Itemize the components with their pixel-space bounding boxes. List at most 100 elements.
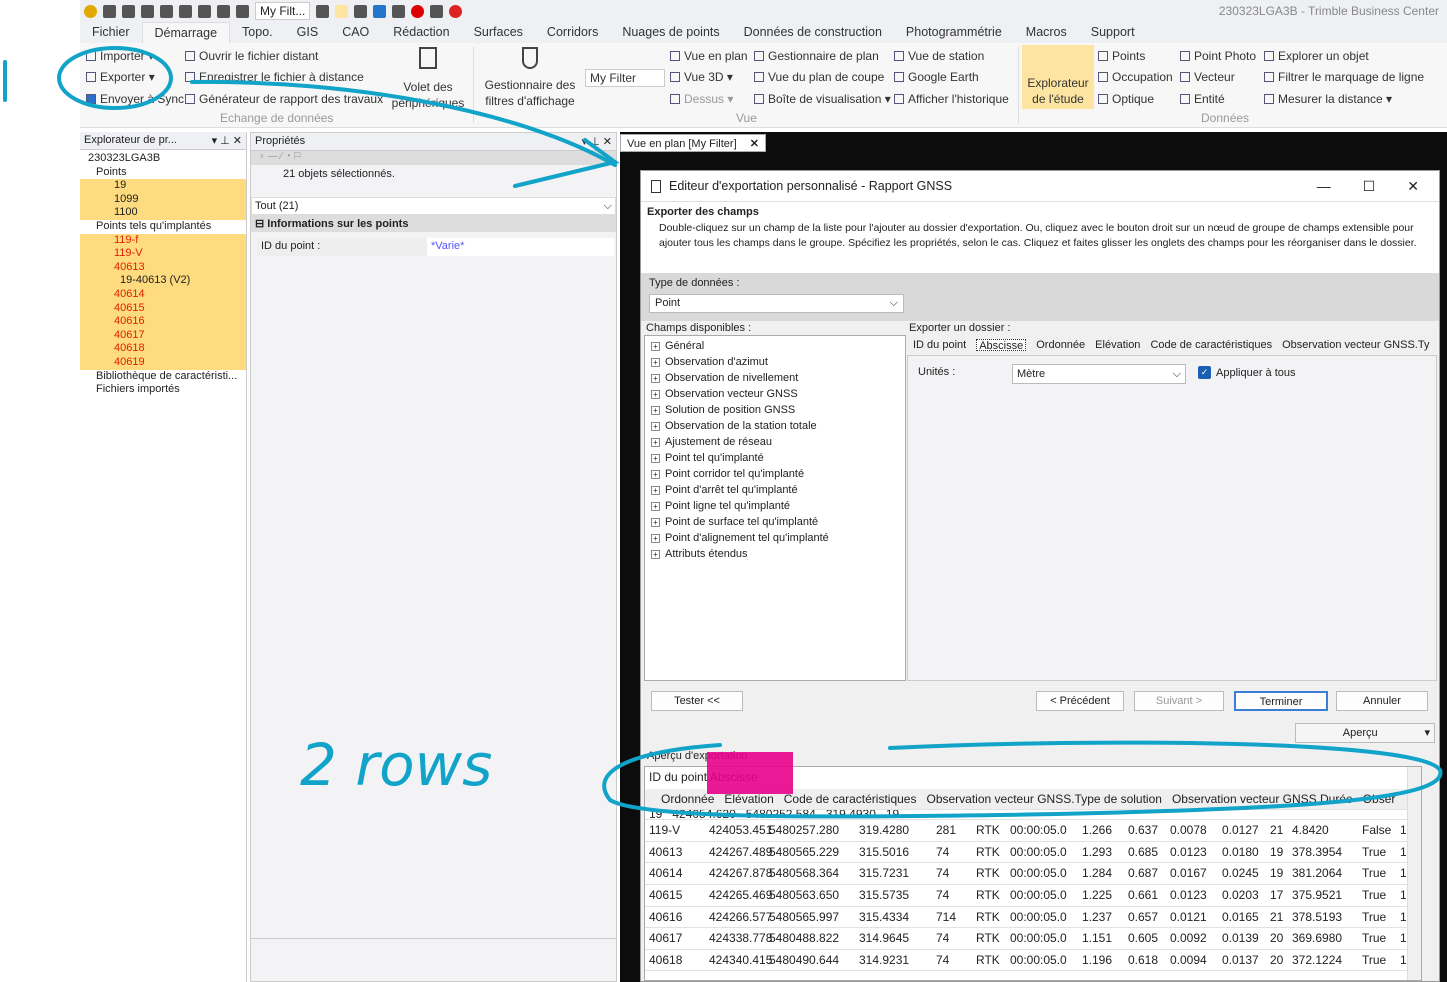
export-tab[interactable]: Observation vecteur GNSS.Ty: [1282, 339, 1429, 351]
filtrer-marquage-button[interactable]: Filtrer le marquage de ligne: [1264, 70, 1424, 84]
field-group[interactable]: + Attributs étendus: [645, 546, 905, 562]
expand-icon[interactable]: +: [651, 486, 660, 495]
tree-staked-point[interactable]: 40614: [80, 287, 246, 302]
explorateur-etude-button[interactable]: Explorateur de l'étude: [1022, 45, 1094, 109]
expand-icon[interactable]: +: [651, 550, 660, 559]
expand-icon[interactable]: +: [651, 422, 660, 431]
record-icon[interactable]: [411, 4, 425, 18]
cancel-button[interactable]: Annuler: [1336, 691, 1428, 711]
field-group[interactable]: + Point ligne tel qu'implanté: [645, 498, 905, 514]
maximize-button[interactable]: ☐: [1363, 178, 1376, 195]
snap-icon[interactable]: [354, 4, 368, 18]
view-icon[interactable]: [236, 4, 249, 18]
object-filter-select[interactable]: Tout (21) ⌵: [251, 197, 616, 215]
field-group[interactable]: + Point corridor tel qu'implanté: [645, 466, 905, 482]
tester-button[interactable]: Tester <<: [651, 691, 743, 711]
tree-point[interactable]: 19: [80, 179, 246, 193]
tab-10[interactable]: Photogrammétrie: [894, 22, 1014, 43]
layer-icon[interactable]: [217, 4, 230, 18]
tree-point[interactable]: 1099: [80, 192, 246, 207]
field-group[interactable]: + Point d'arrêt tel qu'implanté: [645, 482, 905, 498]
save-icon[interactable]: [179, 4, 192, 18]
field-group[interactable]: + Observation de nivellement: [645, 370, 905, 386]
expand-icon[interactable]: +: [651, 534, 660, 543]
vue-coupe-button[interactable]: Vue du plan de coupe: [754, 70, 884, 84]
preview-button[interactable]: Aperçu ▾: [1295, 723, 1435, 743]
historique-button[interactable]: Afficher l'historique: [894, 92, 1009, 106]
export-tab[interactable]: Elévation: [1095, 339, 1140, 351]
expand-icon[interactable]: +: [651, 470, 660, 479]
property-value[interactable]: *Varie*: [427, 238, 614, 256]
export-tab[interactable]: ID du point: [913, 339, 966, 351]
expand-icon[interactable]: +: [651, 518, 660, 527]
tab-1[interactable]: Démarrage: [141, 22, 231, 43]
gestionnaire-filtres-button[interactable]: Gestionnaire des filtres d'affichage: [480, 47, 580, 109]
filter-icon[interactable]: [316, 4, 330, 18]
expand-icon[interactable]: +: [651, 438, 660, 447]
tab-2[interactable]: Topo.: [230, 22, 285, 43]
tree-staked-point[interactable]: 40619: [80, 355, 246, 370]
tab-8[interactable]: Nuages de points: [610, 22, 731, 43]
exporter-button[interactable]: Exporter ▾: [86, 70, 155, 84]
tab-12[interactable]: Support: [1079, 22, 1147, 43]
gestionnaire-plan-button[interactable]: Gestionnaire de plan: [754, 49, 879, 63]
field-group[interactable]: + Observation vecteur GNSS: [645, 386, 905, 402]
vue-station-button[interactable]: Vue de station: [894, 49, 984, 63]
tree-root[interactable]: 230323LGA3B: [80, 152, 246, 166]
tab-5[interactable]: Rédaction: [381, 22, 461, 43]
explorer-objet-button[interactable]: Explorer un objet: [1264, 49, 1369, 63]
expand-icon[interactable]: +: [651, 502, 660, 511]
tree-staked-point[interactable]: 119-V: [80, 247, 246, 261]
expand-icon[interactable]: +: [651, 454, 660, 463]
measure-icon[interactable]: [373, 4, 387, 18]
point-photo-button[interactable]: Point Photo: [1180, 49, 1256, 63]
field-group[interactable]: + Observation d'azimut: [645, 354, 905, 370]
minimize-button[interactable]: —: [1317, 178, 1331, 195]
vecteur-button[interactable]: Vecteur: [1180, 70, 1235, 84]
export-icon[interactable]: [160, 4, 173, 18]
importer-button[interactable]: Importer ▾: [86, 49, 154, 63]
field-group[interactable]: + Point tel qu'implanté: [645, 450, 905, 466]
dessus-button[interactable]: Dessus ▾: [670, 92, 733, 106]
tab-11[interactable]: Macros: [1014, 22, 1079, 43]
tab-7[interactable]: Corridors: [535, 22, 610, 43]
field-group[interactable]: + Solution de position GNSS: [645, 402, 905, 418]
settings-icon[interactable]: [198, 4, 211, 18]
tree-staked-group[interactable]: Points tels qu'implantés: [80, 220, 246, 234]
vue-3d-button[interactable]: Vue 3D ▾: [670, 70, 733, 84]
redo-icon[interactable]: [122, 4, 135, 18]
enregistrer-distant-button[interactable]: Enregistrer le fichier à distance: [185, 70, 364, 84]
generateur-rapport-button[interactable]: Générateur de rapport des travaux: [185, 92, 383, 106]
occupation-button[interactable]: Occupation: [1098, 70, 1173, 84]
close-button[interactable]: ✕: [1407, 178, 1419, 195]
field-group[interactable]: + Point de surface tel qu'implanté: [645, 514, 905, 530]
tree-staked-point[interactable]: 40613: [80, 260, 246, 275]
google-earth-button[interactable]: Google Earth: [894, 70, 979, 84]
boite-visualisation-button[interactable]: Boîte de visualisation ▾: [754, 92, 891, 106]
panel-controls[interactable]: ▾ ⊥ ✕: [582, 135, 612, 148]
tree-feature-library[interactable]: Bibliothèque de caractéristi...: [80, 370, 246, 384]
tab-plan-view[interactable]: Vue en plan [My Filter] ✕: [620, 134, 766, 152]
expand-icon[interactable]: +: [651, 358, 660, 367]
tree-staked-point[interactable]: 40618: [80, 342, 246, 356]
available-fields-tree[interactable]: + Général + Observation d'azimut + Observatio…: [644, 335, 906, 681]
export-tab[interactable]: Abscisse: [976, 339, 1027, 352]
tree-points-group[interactable]: Points: [80, 166, 246, 180]
tree-imported-files[interactable]: Fichiers importés: [80, 383, 246, 397]
optique-button[interactable]: Optique: [1098, 92, 1154, 106]
undo-icon[interactable]: [103, 4, 116, 18]
finish-button[interactable]: Terminer: [1234, 691, 1328, 711]
expand-icon[interactable]: +: [651, 406, 660, 415]
points-button[interactable]: Points: [1098, 49, 1145, 63]
export-preview-table[interactable]: ID du point Abscisse Ordonnée Elévation …: [644, 766, 1422, 981]
export-tab[interactable]: Ordonnée: [1036, 339, 1085, 351]
tab-0[interactable]: Fichier: [80, 22, 142, 43]
tree-staked-point[interactable]: 40617: [80, 328, 246, 343]
preview-scrollbar[interactable]: [1407, 767, 1421, 980]
tree-staked-point[interactable]: 40616: [80, 315, 246, 329]
apply-all-checkbox[interactable]: ✓ Appliquer à tous: [1198, 366, 1296, 379]
field-group[interactable]: + Général: [645, 338, 905, 354]
data-type-select[interactable]: Point ⌵: [649, 294, 904, 313]
properties-toolbar[interactable]: ⍖ — ⁄ ◔ ⚐: [251, 151, 616, 165]
section-header[interactable]: ⊟ Informations sur les points: [251, 215, 616, 232]
